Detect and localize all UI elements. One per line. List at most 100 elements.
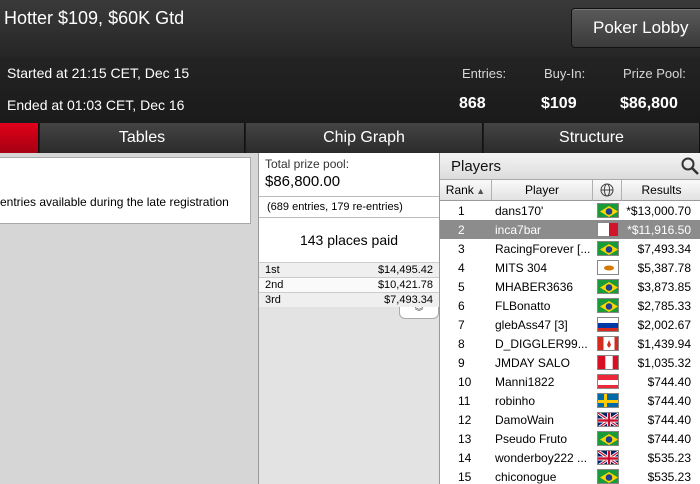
player-row[interactable]: 10 Manni1822 $744.40	[440, 372, 700, 391]
peru-flag-icon	[597, 355, 619, 370]
player-name: DamoWain	[495, 413, 554, 427]
player-result: *$13,000.70	[626, 204, 691, 218]
player-row[interactable]: 12 DamoWain $744.40	[440, 410, 700, 429]
player-rank: 11	[458, 394, 471, 408]
column-rank[interactable]: Rank ▲	[440, 180, 492, 201]
late-registration-box: entries available during the late regist…	[0, 157, 251, 224]
tab-tables[interactable]: Tables	[40, 123, 245, 153]
player-name: glebAss47 [3]	[495, 318, 568, 332]
player-name: inca7bar	[495, 223, 542, 237]
player-row[interactable]: 1 dans170' *$13,000.70	[440, 201, 700, 220]
player-row[interactable]: 8 D_DIGGLER99... $1,439.94	[440, 334, 700, 353]
player-rank: 2	[458, 223, 465, 237]
brazil-flag-icon	[597, 431, 619, 446]
prize-pool-panel: Total prize pool: $86,800.00 (689 entrie…	[258, 153, 439, 484]
player-row[interactable]: 5 MHABER3636 $3,873.85	[440, 277, 700, 296]
search-icon[interactable]	[680, 156, 700, 176]
tab-bar: Tables Chip Graph Structure	[0, 123, 700, 153]
prizepool-value: $86,800	[620, 95, 678, 112]
expand-payouts-button[interactable]: ︾	[399, 307, 439, 319]
player-row[interactable]: 11 robinho $744.40	[440, 391, 700, 410]
cyprus-flag-icon	[597, 260, 619, 275]
player-result: $2,785.33	[637, 299, 691, 313]
sweden-flag-icon	[597, 393, 619, 408]
player-rank: 4	[458, 261, 465, 275]
player-rank: 5	[458, 280, 465, 294]
player-result: $744.40	[647, 432, 691, 446]
player-name: JMDAY SALO	[495, 356, 570, 370]
buyin-label: Buy-In:	[544, 66, 586, 81]
payout-row: 3rd $7,493.34	[259, 292, 439, 307]
canada-flag-icon	[597, 336, 619, 351]
player-row[interactable]: 7 glebAss47 [3] $2,002.67	[440, 315, 700, 334]
payout-table: 1st $14,495.42 2nd $10,421.78 3rd $7,493…	[259, 262, 439, 307]
malta-flag-icon	[597, 222, 619, 237]
brazil-flag-icon	[597, 279, 619, 294]
player-result: *$11,916.50	[627, 223, 691, 237]
tab-chip-graph[interactable]: Chip Graph	[246, 123, 483, 153]
player-row[interactable]: 4 MITS 304 $5,387.78	[440, 258, 700, 277]
player-rank: 7	[458, 318, 465, 332]
player-rank: 10	[458, 375, 472, 389]
player-row[interactable]: 6 FLBonatto $2,785.33	[440, 296, 700, 315]
payout-place: 2nd	[265, 279, 284, 291]
uk-flag-icon	[597, 450, 619, 465]
tab-structure[interactable]: Structure	[484, 123, 700, 153]
player-result: $535.23	[647, 451, 691, 465]
player-row[interactable]: 3 RacingForever [... $7,493.34	[440, 239, 700, 258]
payout-place: 1st	[265, 264, 280, 276]
brazil-flag-icon	[597, 241, 619, 256]
player-row[interactable]: 14 wonderboy222 ... $535.23	[440, 448, 700, 467]
payout-row: 1st $14,495.42	[259, 262, 439, 277]
player-result: $744.40	[647, 375, 691, 389]
player-row[interactable]: 13 Pseudo Fruto $744.40	[440, 429, 700, 448]
tab-info[interactable]	[0, 123, 39, 153]
player-name: D_DIGGLER99...	[495, 337, 588, 351]
uk-flag-icon	[597, 412, 619, 427]
player-name: FLBonatto	[495, 299, 551, 313]
player-name: Manni1822	[495, 375, 555, 389]
player-rank: 1	[458, 204, 465, 218]
player-rank: 12	[458, 413, 472, 427]
prize-pool-label: Total prize pool:	[265, 157, 350, 171]
brazil-flag-icon	[597, 298, 619, 313]
player-name: robinho	[495, 394, 536, 408]
sort-ascending-icon: ▲	[473, 186, 486, 196]
entries-breakdown: (689 entries, 179 re-entries)	[259, 196, 439, 218]
player-result: $744.40	[647, 394, 691, 408]
globe-icon	[600, 183, 614, 197]
players-title: Players	[451, 158, 502, 175]
prize-pool-value: $86,800.00	[265, 173, 341, 190]
player-row[interactable]: 15 chiconogue $535.23	[440, 467, 700, 484]
payout-place: 3rd	[265, 294, 281, 306]
payout-row: 2nd $10,421.78	[259, 277, 439, 292]
tournament-title: Hotter $109, $60K Gtd	[4, 8, 185, 28]
player-name: MITS 304	[495, 261, 548, 275]
tournament-header: Hotter $109, $60K Gtd Poker Lobby Starte…	[0, 0, 700, 123]
column-player[interactable]: Player	[492, 180, 593, 201]
brazil-flag-icon	[597, 203, 619, 218]
info-panel: entries available during the late regist…	[0, 153, 258, 484]
buyin-value: $109	[541, 95, 577, 112]
player-result: $2,002.67	[637, 318, 691, 332]
player-result: $3,873.85	[637, 280, 691, 294]
player-row[interactable]: 9 JMDAY SALO $1,035.32	[440, 353, 700, 372]
prizepool-label: Prize Pool:	[623, 66, 686, 81]
player-name: chiconogue	[495, 470, 557, 484]
player-name: wonderboy222 ...	[495, 451, 588, 465]
poker-lobby-button[interactable]: Poker Lobby	[571, 8, 700, 48]
player-rank: 14	[458, 451, 472, 465]
player-result: $744.40	[647, 413, 691, 427]
players-header: Players	[440, 153, 700, 180]
player-name: dans170'	[495, 204, 544, 218]
player-rank: 15	[458, 470, 472, 484]
column-country[interactable]	[593, 180, 622, 201]
column-rank-label: Rank	[445, 183, 474, 197]
russia-flag-icon	[597, 317, 619, 332]
title-bar: Hotter $109, $60K Gtd Poker Lobby	[0, 0, 700, 57]
player-result: $535.23	[647, 470, 691, 484]
player-rank: 6	[458, 299, 465, 313]
entries-value: 868	[459, 95, 486, 112]
player-row[interactable]: 2 inca7bar *$11,916.50	[440, 220, 700, 239]
column-results[interactable]: Results	[622, 180, 700, 201]
